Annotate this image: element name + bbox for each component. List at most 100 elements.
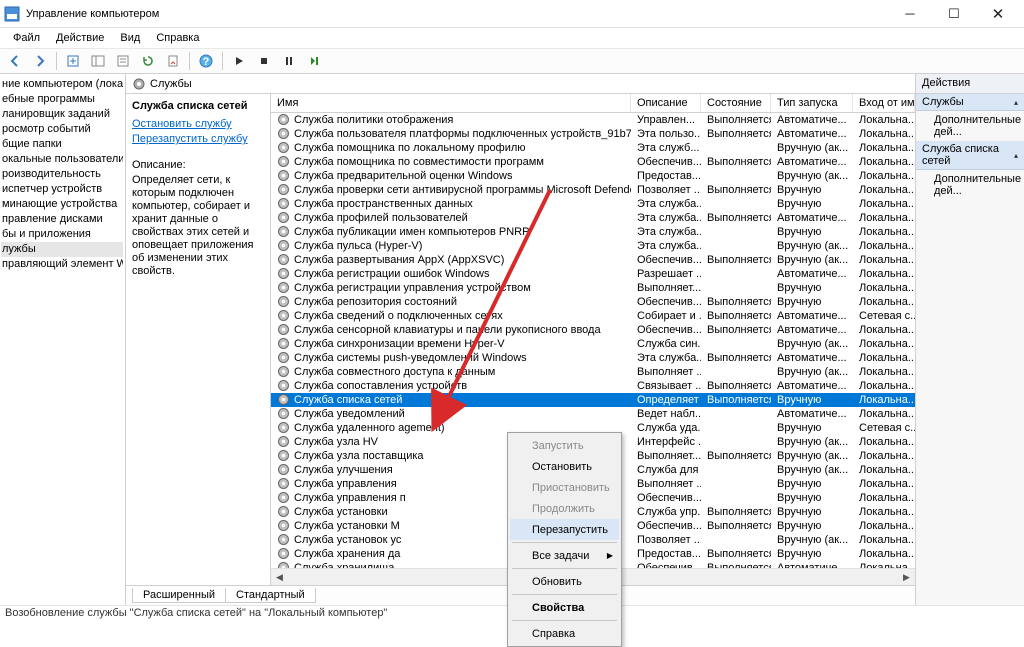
table-row[interactable]: Служба публикации имен компьютеров PNRPЭ… xyxy=(271,225,915,239)
context-menu-item[interactable]: Перезапустить xyxy=(510,519,619,540)
tree-item[interactable]: ние компьютером (локальным) xyxy=(1,77,123,92)
service-state: Выполняется xyxy=(701,296,771,308)
tree-item[interactable]: минающие устройства xyxy=(1,197,123,212)
context-menu-item[interactable]: Справка xyxy=(510,623,619,644)
table-row[interactable]: Служба предварительной оценки WindowsПре… xyxy=(271,169,915,183)
service-icon xyxy=(277,519,291,533)
actions-item[interactable]: Дополнительные дей... xyxy=(916,170,1024,200)
service-desc: Обеспечив... xyxy=(631,296,701,308)
table-row[interactable]: Служба сенсорной клавиатуры и панели рук… xyxy=(271,323,915,337)
minimize-button[interactable]: ─ xyxy=(888,0,932,28)
service-desc: Связывает ... xyxy=(631,380,701,392)
tab-standard[interactable]: Стандартный xyxy=(225,588,316,603)
refresh-button[interactable] xyxy=(137,50,159,72)
tree-item[interactable]: бщие папки xyxy=(1,137,123,152)
menu-действие[interactable]: Действие xyxy=(49,30,111,46)
table-row[interactable]: Служба политики отображенияУправлен...Вы… xyxy=(271,113,915,127)
context-menu-item[interactable]: Свойства xyxy=(510,597,619,618)
table-row[interactable]: Служба сопоставления устройствСвязывает … xyxy=(271,379,915,393)
table-row[interactable]: Служба пульса (Hyper-V)Эта служба...Вруч… xyxy=(271,239,915,253)
service-desc: Обеспечив... xyxy=(631,156,701,168)
table-row[interactable]: Служба сведений о подключенных сетяхСоби… xyxy=(271,309,915,323)
stop-service-button[interactable] xyxy=(253,50,275,72)
context-menu-item[interactable]: Обновить xyxy=(510,571,619,592)
start-service-button[interactable] xyxy=(228,50,250,72)
table-row[interactable]: Служба уведомленийВедет набл...Автоматич… xyxy=(271,407,915,421)
forward-button[interactable] xyxy=(29,50,51,72)
tree-item[interactable]: испетчер устройств xyxy=(1,182,123,197)
actions-item[interactable]: Дополнительные дей... xyxy=(916,111,1024,141)
tab-extended[interactable]: Расширенный xyxy=(132,588,226,603)
tree-item[interactable]: ебные программы xyxy=(1,92,123,107)
tree-item[interactable]: росмотр событий xyxy=(1,122,123,137)
column-header[interactable]: Тип запуска xyxy=(771,94,853,112)
service-icon xyxy=(277,505,291,519)
actions-section-header[interactable]: Служба списка сетей▴ xyxy=(916,141,1024,170)
table-row[interactable]: Служба совместного доступа к даннымВыпол… xyxy=(271,365,915,379)
service-logon: Локальна... xyxy=(853,240,915,252)
show-hide-button[interactable] xyxy=(87,50,109,72)
column-header[interactable]: Описание xyxy=(631,94,701,112)
maximize-button[interactable]: ☐ xyxy=(932,0,976,28)
tree-item[interactable]: ланировщик заданий xyxy=(1,107,123,122)
tree-item[interactable]: роизводительность xyxy=(1,167,123,182)
table-row[interactable]: Служба помощника по локальному профилюЭт… xyxy=(271,141,915,155)
stop-service-link[interactable]: Остановить службу xyxy=(132,118,264,130)
table-row[interactable]: Служба списка сетейОпределяет ...Выполня… xyxy=(271,393,915,407)
context-menu-item[interactable]: Остановить xyxy=(510,456,619,477)
back-button[interactable] xyxy=(4,50,26,72)
service-logon: Локальна... xyxy=(853,478,915,490)
service-start: Вручную (ак... xyxy=(771,142,853,154)
service-icon xyxy=(277,183,291,197)
restart-service-button[interactable] xyxy=(303,50,325,72)
properties-button[interactable] xyxy=(112,50,134,72)
table-row[interactable]: Служба регистрации управления устройство… xyxy=(271,281,915,295)
tree-item[interactable]: бы и приложения xyxy=(1,227,123,242)
service-name: Служба развертывания AppX (AppXSVC) xyxy=(294,254,504,266)
tree-item[interactable]: правление дисками xyxy=(1,212,123,227)
table-row[interactable]: Служба синхронизации времени Hyper-VСлуж… xyxy=(271,337,915,351)
export-button[interactable] xyxy=(162,50,184,72)
service-desc: Эта служба... xyxy=(631,212,701,224)
service-name: Служба списка сетей xyxy=(294,394,402,406)
menu-справка[interactable]: Справка xyxy=(149,30,206,46)
help-button[interactable]: ? xyxy=(195,50,217,72)
close-button[interactable]: ✕ xyxy=(976,0,1020,28)
scroll-right-icon[interactable]: ▶ xyxy=(898,569,915,586)
table-row[interactable]: Служба профилей пользователейЭта служба.… xyxy=(271,211,915,225)
console-tree[interactable]: ние компьютером (локальным)ебные програм… xyxy=(0,74,126,605)
scroll-left-icon[interactable]: ◀ xyxy=(271,569,288,586)
tree-item[interactable]: окальные пользователи и группы xyxy=(1,152,123,167)
service-icon xyxy=(277,533,291,547)
table-row[interactable]: Служба развертывания AppX (AppXSVC)Обесп… xyxy=(271,253,915,267)
service-desc: Выполняет ... xyxy=(631,366,701,378)
service-start: Автоматиче... xyxy=(771,128,853,140)
tree-item[interactable]: правляющий элемент WMI xyxy=(1,257,123,272)
service-state: Выполняется xyxy=(701,394,771,406)
menu-файл[interactable]: Файл xyxy=(6,30,47,46)
service-start: Вручную (ак... xyxy=(771,436,853,448)
menu-вид[interactable]: Вид xyxy=(113,30,147,46)
context-menu-item[interactable]: Все задачи▶ xyxy=(510,545,619,566)
tree-item[interactable]: лужбы xyxy=(1,242,123,257)
column-header[interactable]: Состояние xyxy=(701,94,771,112)
table-row[interactable]: Служба проверки сети антивирусной програ… xyxy=(271,183,915,197)
pause-service-button[interactable] xyxy=(278,50,300,72)
table-row[interactable]: Служба пространственных данныхЭта служба… xyxy=(271,197,915,211)
service-start: Вручную xyxy=(771,520,853,532)
submenu-arrow-icon: ▶ xyxy=(607,551,613,560)
table-row[interactable]: Служба системы push-уведомлений WindowsЭ… xyxy=(271,351,915,365)
table-row[interactable]: Служба репозитория состояний Обеспечив...… xyxy=(271,295,915,309)
column-header[interactable]: Вход от им... xyxy=(853,94,915,112)
actions-section-header[interactable]: Службы▴ xyxy=(916,94,1024,111)
column-headers[interactable]: ИмяОписаниеСостояниеТип запускаВход от и… xyxy=(271,94,915,113)
service-name: Служба репозитория состояний xyxy=(294,296,457,308)
up-button[interactable] xyxy=(62,50,84,72)
table-row[interactable]: Служба пользователя платформы подключенн… xyxy=(271,127,915,141)
context-menu[interactable]: ЗапуститьОстановитьПриостановитьПродолжи… xyxy=(507,432,622,647)
service-icon xyxy=(277,561,291,568)
table-row[interactable]: Служба помощника по совместимости програ… xyxy=(271,155,915,169)
column-header[interactable]: Имя xyxy=(271,94,631,112)
restart-service-link[interactable]: Перезапустить службу xyxy=(132,133,264,145)
table-row[interactable]: Служба регистрации ошибок WindowsРазреша… xyxy=(271,267,915,281)
